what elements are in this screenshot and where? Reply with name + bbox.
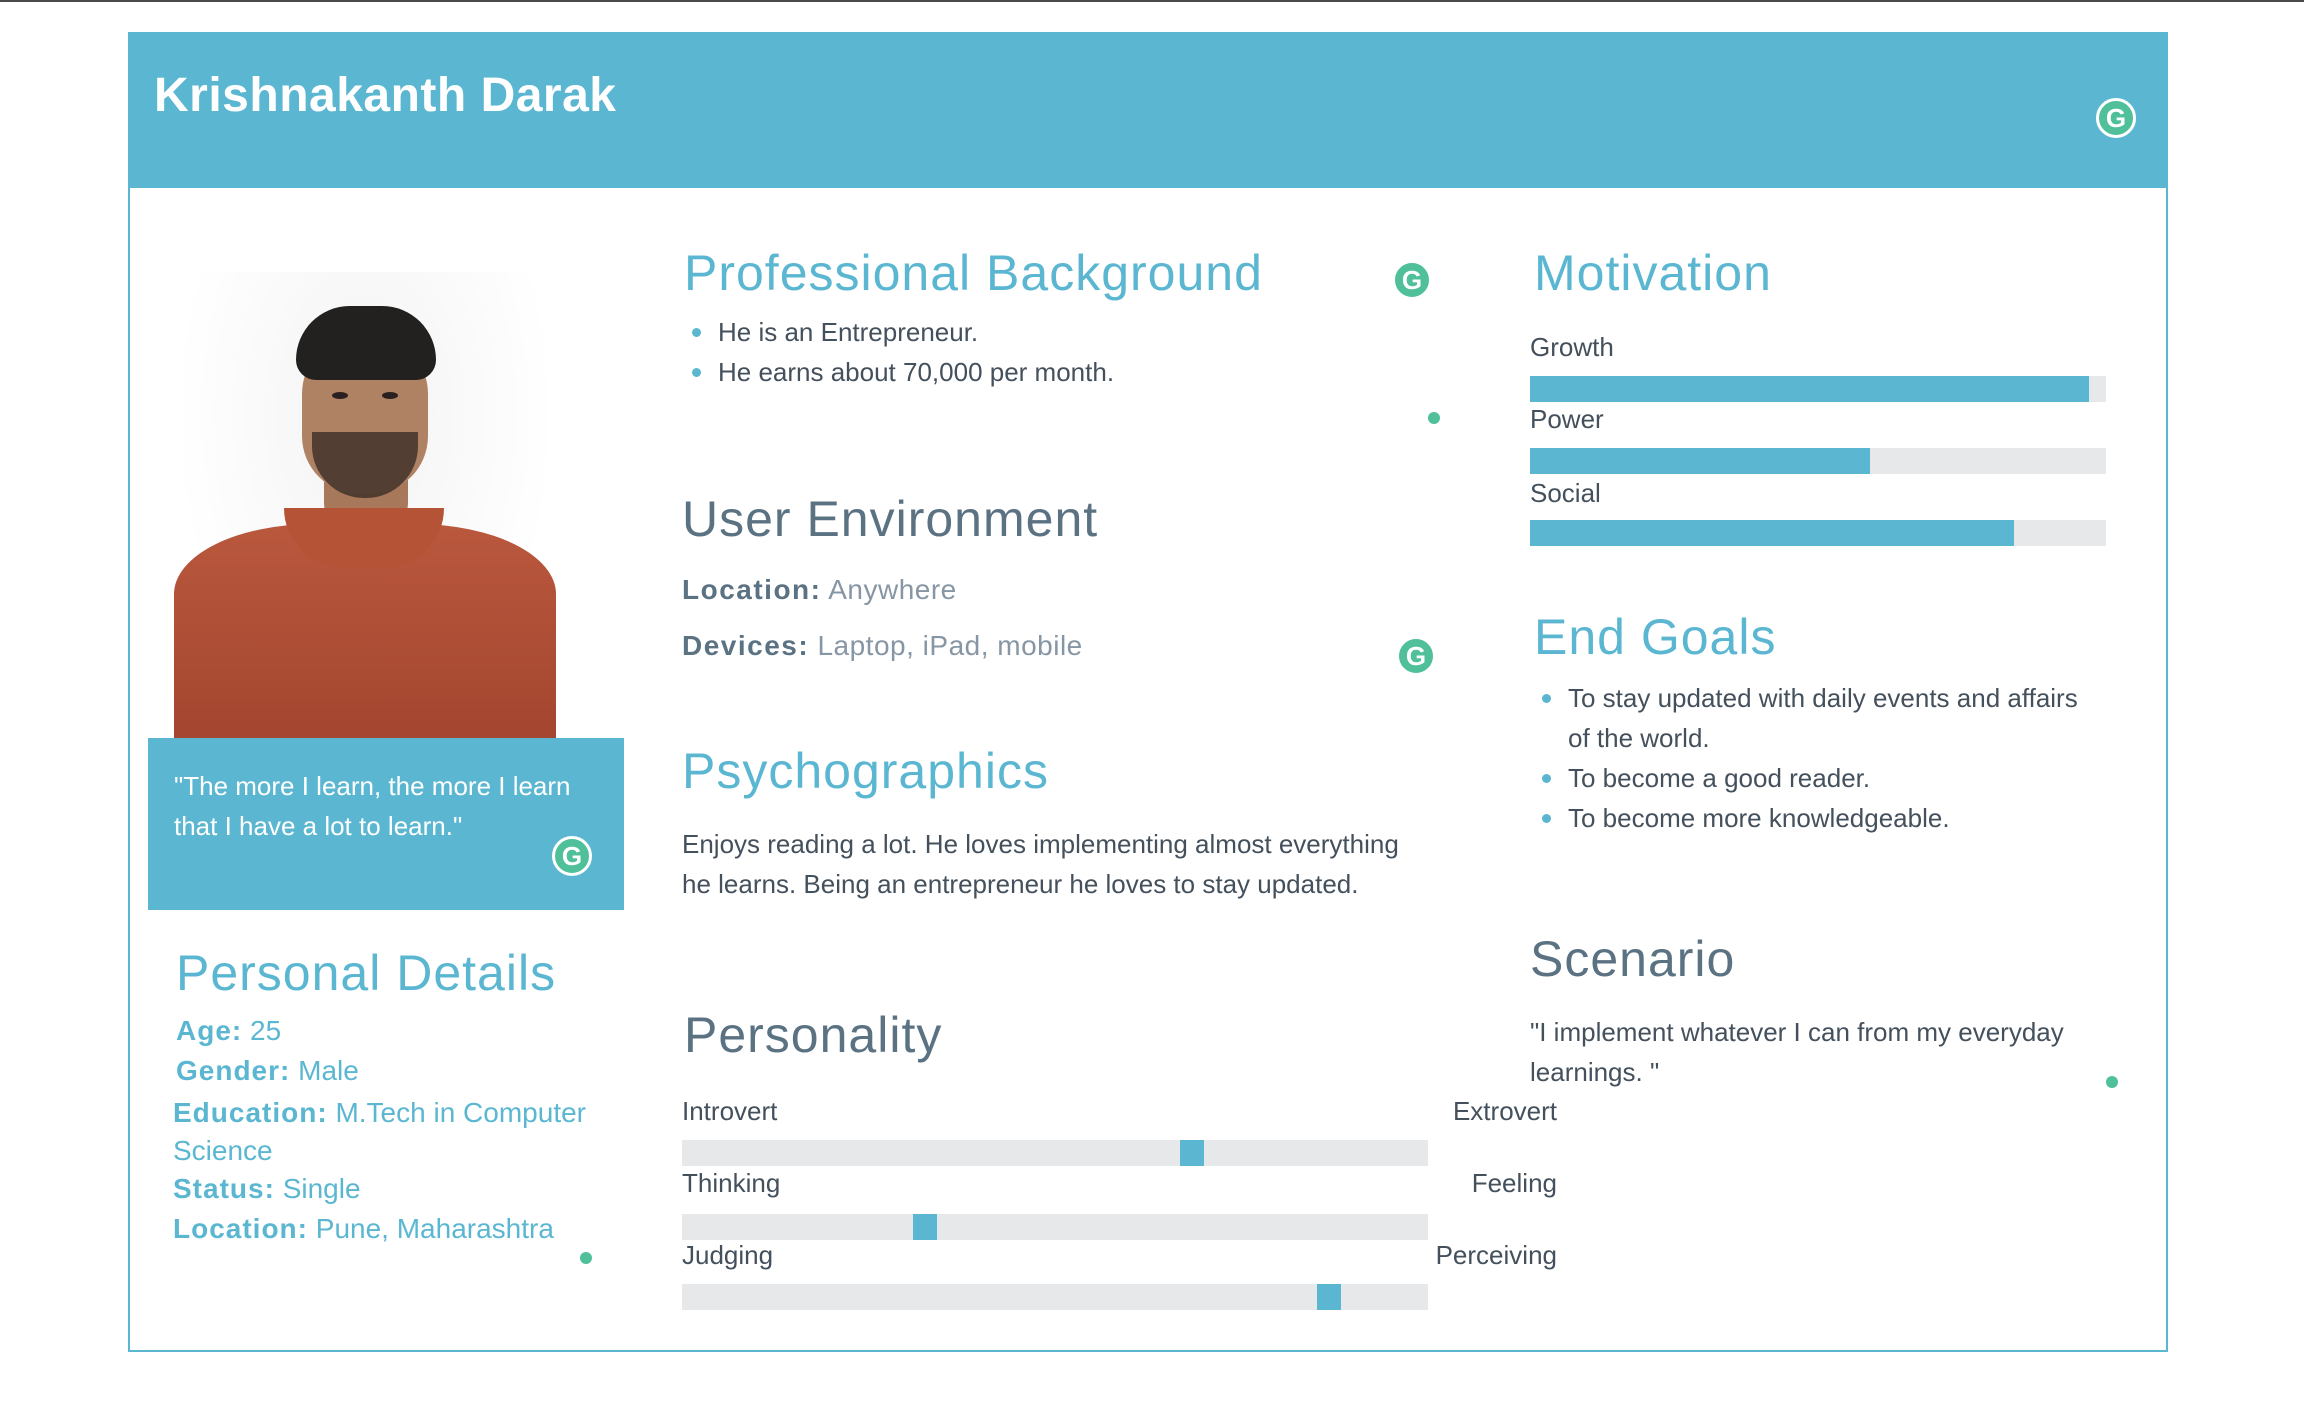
location-value: Pune, Maharashtra bbox=[315, 1213, 554, 1244]
profile-photo bbox=[174, 272, 556, 744]
trait-right-label: Extrovert bbox=[1452, 1096, 1557, 1126]
photo-eye-right bbox=[382, 392, 398, 399]
personality-slider-judging-perceiving bbox=[682, 1284, 1428, 1310]
professional-background-title: Professional Background bbox=[684, 245, 1263, 301]
environment-location-label: Location: bbox=[682, 574, 822, 605]
quote-box: "The more I learn, the more I learn that… bbox=[148, 738, 624, 910]
motivation-bar-growth bbox=[1530, 376, 2106, 402]
psychographics-text: Enjoys reading a lot. He loves implement… bbox=[682, 824, 1462, 904]
education-label: Education: bbox=[173, 1097, 328, 1128]
age-row: Age: 25 bbox=[176, 1012, 281, 1050]
age-value: 25 bbox=[250, 1015, 282, 1046]
grammarly-icon[interactable]: G bbox=[552, 836, 592, 876]
gender-value: Male bbox=[298, 1055, 359, 1086]
motivation-fill bbox=[1530, 448, 1870, 474]
status-row: Status: Single bbox=[173, 1170, 361, 1208]
scenario-line: "I implement whatever I can from my ever… bbox=[1530, 1017, 2064, 1047]
trait-left-label: Introvert bbox=[682, 1096, 778, 1126]
motivation-title: Motivation bbox=[1534, 245, 1772, 301]
list-item: He earns about 70,000 per month. bbox=[684, 352, 1114, 392]
list-item: To stay updated with daily events and af… bbox=[1534, 678, 2154, 758]
location-label: Location: bbox=[173, 1213, 308, 1244]
psychographics-line: he learns. Being an entrepreneur he love… bbox=[682, 869, 1359, 899]
scenario-line: learnings. " bbox=[1530, 1057, 1660, 1087]
user-environment-title: User Environment bbox=[682, 491, 1099, 547]
personality-title: Personality bbox=[684, 1007, 943, 1063]
top-rule bbox=[0, 0, 2304, 2]
photo-eye-left bbox=[332, 392, 348, 399]
end-goals-title: End Goals bbox=[1534, 609, 1777, 665]
trait-left-label: Judging bbox=[682, 1240, 774, 1270]
motivation-bar-power bbox=[1530, 448, 2106, 474]
environment-location-value: Anywhere bbox=[828, 574, 957, 605]
grammarly-icon[interactable]: G bbox=[2096, 98, 2136, 138]
trait-right-label: Perceiving bbox=[1435, 1240, 1557, 1270]
persona-card: Krishnakanth Darak G "The more I learn, … bbox=[128, 32, 2168, 1352]
psychographics-title: Psychographics bbox=[682, 743, 1049, 799]
trait-left-label: Thinking bbox=[682, 1168, 781, 1198]
personality-slider-introvert-extrovert bbox=[682, 1140, 1428, 1166]
gender-row: Gender: Male bbox=[176, 1052, 359, 1090]
grammarly-icon[interactable]: G bbox=[1392, 260, 1432, 300]
personality-marker bbox=[1317, 1284, 1341, 1310]
motivation-fill bbox=[1530, 520, 2014, 546]
environment-devices-label: Devices: bbox=[682, 630, 810, 661]
trait-right-label: Feeling bbox=[1471, 1168, 1557, 1198]
personal-details-title: Personal Details bbox=[176, 945, 557, 1001]
goal-line: To become a good reader. bbox=[1568, 763, 1871, 793]
motivation-label: Power bbox=[1530, 404, 1604, 434]
location-row: Location: Pune, Maharashtra bbox=[173, 1210, 554, 1248]
persona-quote: "The more I learn, the more I learn that… bbox=[174, 771, 571, 841]
grammarly-dot bbox=[2106, 1076, 2118, 1088]
status-value: Single bbox=[282, 1173, 361, 1204]
motivation-label: Growth bbox=[1530, 332, 1614, 362]
list-item: He is an Entrepreneur. bbox=[684, 312, 1114, 352]
personality-marker bbox=[913, 1214, 937, 1240]
gender-label: Gender: bbox=[176, 1055, 291, 1086]
goal-line: of the world. bbox=[1568, 723, 1710, 753]
education-row: Education: M.Tech in Computer bbox=[173, 1094, 586, 1132]
motivation-bar-social bbox=[1530, 520, 2106, 546]
goal-line: To stay updated with daily events and af… bbox=[1568, 683, 2078, 713]
personality-marker bbox=[1180, 1140, 1204, 1166]
motivation-fill bbox=[1530, 376, 2089, 402]
persona-header: Krishnakanth Darak G bbox=[130, 34, 2166, 188]
status-label: Status: bbox=[173, 1173, 275, 1204]
education-row-cont: Science bbox=[173, 1132, 273, 1170]
environment-location-row: Location: Anywhere bbox=[682, 574, 957, 606]
list-item: To become a good reader. bbox=[1534, 758, 2154, 798]
persona-name: Krishnakanth Darak bbox=[154, 69, 617, 122]
age-label: Age: bbox=[176, 1015, 243, 1046]
education-value-cont: Science bbox=[173, 1135, 273, 1166]
list-item: To become more knowledgeable. bbox=[1534, 798, 2154, 838]
scenario-text: "I implement whatever I can from my ever… bbox=[1530, 1012, 2150, 1092]
goal-line: To become more knowledgeable. bbox=[1568, 803, 1950, 833]
grammarly-dot bbox=[580, 1252, 592, 1264]
education-value: M.Tech in Computer bbox=[335, 1097, 586, 1128]
grammarly-dot bbox=[1428, 412, 1440, 424]
professional-background-list: He is an Entrepreneur. He earns about 70… bbox=[684, 312, 1114, 392]
grammarly-icon[interactable]: G bbox=[1396, 636, 1436, 676]
personality-slider-thinking-feeling bbox=[682, 1214, 1428, 1240]
psychographics-line: Enjoys reading a lot. He loves implement… bbox=[682, 829, 1399, 859]
photo-hair bbox=[296, 306, 436, 380]
environment-devices-value: Laptop, iPad, mobile bbox=[817, 630, 1083, 661]
environment-devices-row: Devices: Laptop, iPad, mobile bbox=[682, 630, 1083, 662]
end-goals-list: To stay updated with daily events and af… bbox=[1534, 678, 2154, 838]
motivation-label: Social bbox=[1530, 478, 1601, 508]
scenario-title: Scenario bbox=[1530, 931, 1736, 987]
